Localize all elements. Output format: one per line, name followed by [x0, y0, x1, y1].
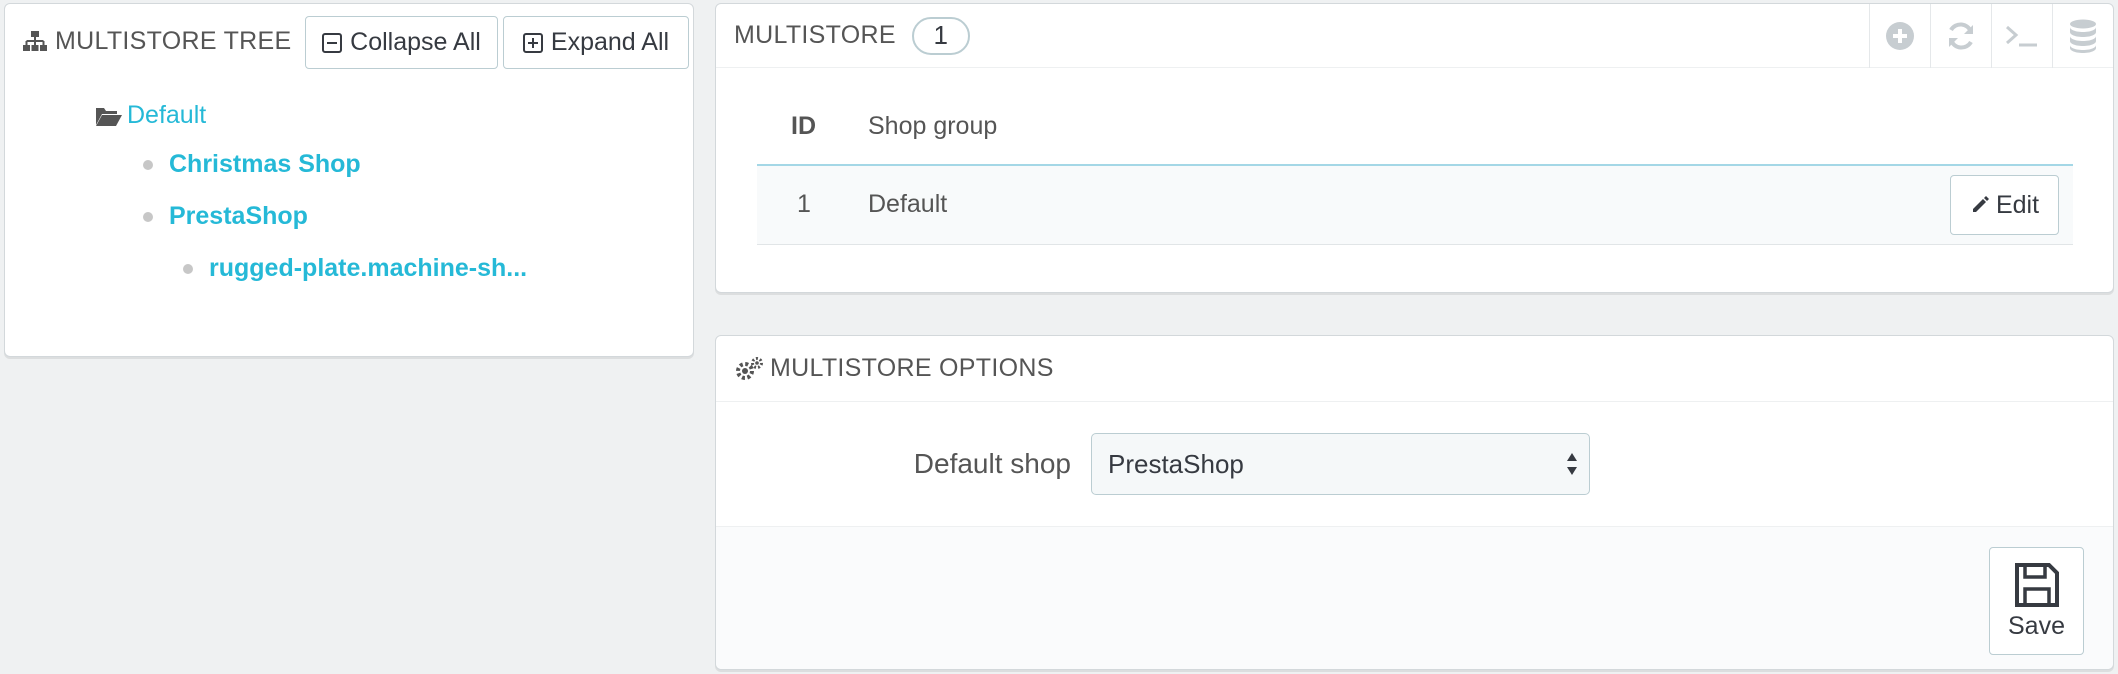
refresh-button[interactable] [1930, 4, 1991, 68]
multistore-panel-title: Multistore [734, 21, 896, 49]
column-id[interactable]: ID [791, 112, 816, 141]
cell-id: 1 [797, 190, 811, 218]
tree-panel-title: Multistore tree [55, 26, 292, 55]
column-shop-group[interactable]: Shop group [868, 112, 997, 141]
tree-node-prestashop[interactable]: PrestaShop [143, 202, 308, 231]
export-button[interactable] [2052, 4, 2113, 68]
cell-shop-group: Default [868, 190, 948, 218]
multistore-tree-panel: Multistore tree Collapse All Expand All … [4, 3, 694, 357]
save-label: Save [2008, 611, 2065, 640]
panel-footer: Save [716, 526, 2113, 669]
default-shop-label: Default shop [913, 448, 1071, 479]
sql-query-button[interactable] [1991, 4, 2052, 68]
edit-button[interactable]: Edit [1950, 175, 2059, 235]
sql-query-icon [2005, 24, 2039, 48]
cogs-icon [734, 356, 764, 382]
add-new-button[interactable] [1869, 4, 1930, 68]
floppy-disk-icon [2014, 562, 2060, 608]
options-panel-heading: Multistore options [716, 336, 2113, 402]
save-button[interactable]: Save [1989, 547, 2084, 655]
multistore-panel: Multistore 1 ID Shop group 1 [715, 3, 2114, 293]
count-badge: 1 [911, 16, 970, 55]
options-panel-title: Multistore options [770, 354, 1054, 382]
sitemap-icon [23, 30, 47, 52]
refresh-icon [1945, 21, 1977, 51]
minus-square-icon [322, 32, 343, 53]
tree-node-label[interactable]: Default [127, 101, 206, 130]
add-icon [1885, 21, 1915, 51]
bullet-icon [143, 211, 153, 222]
tree-node-label[interactable]: rugged-plate.machine-sh... [209, 254, 527, 283]
bullet-icon [143, 159, 153, 170]
edit-label: Edit [1995, 190, 2040, 219]
pencil-icon [1970, 195, 1990, 215]
collapse-all-label: Collapse All [350, 28, 481, 56]
database-export-icon [2068, 19, 2098, 53]
select-arrows-icon [1565, 450, 1579, 485]
default-shop-value: PrestaShop [1108, 448, 1244, 479]
multistore-options-panel: Multistore options Default shop PrestaSh… [715, 335, 2114, 670]
folder-open-icon [95, 105, 123, 127]
plus-square-icon [522, 32, 543, 53]
bullet-icon [183, 263, 193, 274]
expand-all-label: Expand All [550, 28, 670, 56]
tree-node-label[interactable]: Christmas Shop [169, 150, 361, 179]
tree-node-rugged-plate[interactable]: rugged-plate.machine-sh... [183, 254, 527, 283]
tree-node-label[interactable]: PrestaShop [169, 202, 308, 231]
expand-all-button[interactable]: Expand All [503, 16, 689, 69]
table-row[interactable]: 1 Default Edit [757, 166, 2073, 245]
panel-toolbar [1869, 4, 2113, 68]
tree-node-default[interactable]: Default [95, 101, 206, 130]
tree-node-christmas-shop[interactable]: Christmas Shop [143, 150, 361, 179]
default-shop-select[interactable]: PrestaShop [1091, 433, 1590, 495]
collapse-all-button[interactable]: Collapse All [305, 16, 498, 69]
